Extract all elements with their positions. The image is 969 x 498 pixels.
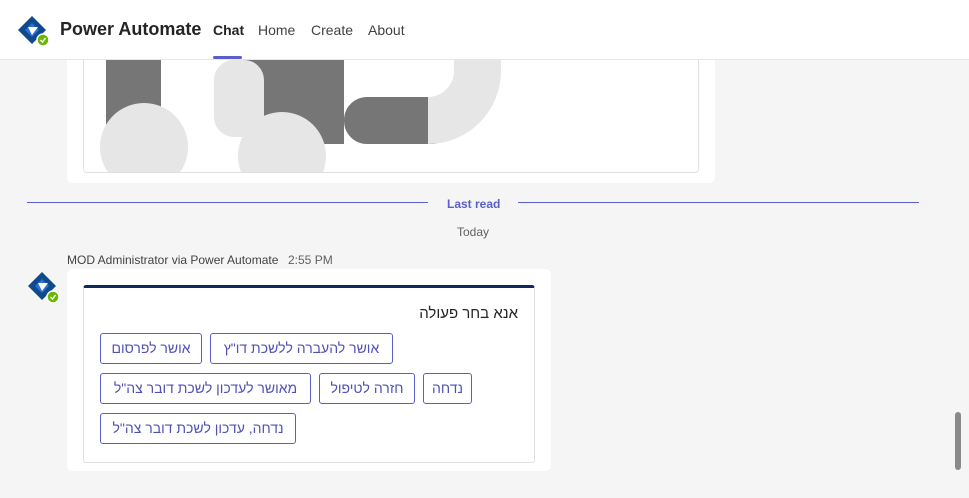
message-card: אנא בחר פעולה אושר להעברה ללשכת דו"ץ אוש… — [67, 269, 551, 471]
illustration-image — [100, 60, 502, 172]
tab-about[interactable]: About — [368, 22, 405, 38]
action-reject-update-spokesperson-button[interactable]: נדחה, עדכון לשכת דובר צה"ל — [100, 413, 296, 444]
message-timestamp: 2:55 PM — [288, 253, 333, 267]
adaptive-card: אנא בחר פעולה אושר להעברה ללשכת דו"ץ אוש… — [83, 285, 535, 463]
action-return-to-handling-button[interactable]: חזרה לטיפול — [319, 373, 415, 404]
app-title: Power Automate — [60, 19, 202, 39]
card-prompt: אנא בחר פעולה — [419, 305, 518, 322]
action-approve-update-spokesperson-button[interactable]: מאושר לעדכון לשכת דובר צה"ל — [100, 373, 311, 404]
last-read-label: Last read — [447, 197, 501, 211]
message-sender: MOD Administrator via Power Automate — [67, 253, 279, 267]
active-tab-indicator — [213, 56, 242, 59]
previous-card-image — [83, 60, 699, 173]
bot-avatar-icon[interactable] — [26, 271, 60, 305]
scrollbar-thumb[interactable] — [955, 412, 961, 470]
action-approve-publish-button[interactable]: אושר לפרסום — [100, 333, 202, 364]
tab-home[interactable]: Home — [258, 22, 295, 38]
power-automate-logo-icon[interactable] — [14, 13, 50, 47]
last-read-divider-right — [518, 202, 919, 203]
app-header: Power Automate Chat Home Create About — [0, 0, 969, 60]
action-reject-button[interactable]: נדחה — [423, 373, 472, 404]
tab-chat[interactable]: Chat — [213, 22, 244, 38]
last-read-divider-left — [27, 202, 428, 203]
previous-message-card — [67, 60, 715, 183]
action-approve-transfer-button[interactable]: אושר להעברה ללשכת דו"ץ — [210, 333, 393, 364]
tab-create[interactable]: Create — [311, 22, 353, 38]
date-divider-label: Today — [457, 225, 490, 239]
